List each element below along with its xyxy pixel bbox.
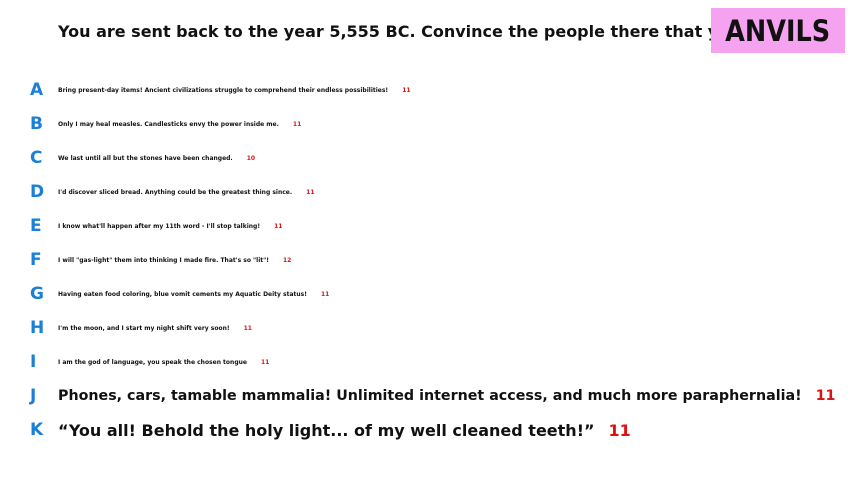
answer-text: I will "gas-light" them into thinking I … <box>58 256 269 264</box>
answer-score: 11 <box>306 188 315 196</box>
answer-score: 11 <box>815 388 836 404</box>
answer-row-a: A Bring present-day items! Ancient civili… <box>0 73 835 107</box>
answer-text: I'm the moon, and I start my night shift… <box>58 324 230 332</box>
answer-row-b: B Only I may heal measles. Candlesticks e… <box>0 107 835 141</box>
answer-row-c: C We last until all but the stones have b… <box>0 141 835 175</box>
answer-letter: J <box>30 386 37 406</box>
answer-score: 11 <box>608 420 631 440</box>
answer-score: 11 <box>274 222 283 230</box>
answer-text: Phones, cars, tamable mammalia! Unlimite… <box>58 388 802 404</box>
answer-row-i: I I am the god of language, you speak the… <box>0 345 835 379</box>
answer-row-k: K “You all! Behold the holy light... of m… <box>0 413 835 447</box>
brand-title: ANVILS <box>725 13 831 48</box>
answer-text: We last until all but the stones have be… <box>58 154 233 162</box>
answer-text: I am the god of language, you speak the … <box>58 358 247 366</box>
answer-row-e: E I know what'll happen after my 11th wor… <box>0 209 835 243</box>
answer-score: 11 <box>292 120 302 128</box>
answer-letter: H <box>30 318 45 338</box>
answer-text: Only I may heal measles. Candlesticks en… <box>58 120 279 128</box>
answer-score: 11 <box>260 358 270 366</box>
answer-score: 10 <box>246 154 256 162</box>
answer-letter: D <box>30 182 45 202</box>
answer-row-f: F I will "gas-light" them into thinking I… <box>0 243 835 277</box>
answer-score: 11 <box>402 86 411 94</box>
answer-score: 11 <box>320 290 330 298</box>
answer-letter: I <box>30 352 37 372</box>
answer-row-j: J Phones, cars, tamable mammalia! Unlimit… <box>0 379 835 413</box>
answer-text: I know what'll happen after my 11th word… <box>58 222 261 230</box>
answer-score: 11 <box>243 324 252 332</box>
answer-letter: G <box>30 284 44 304</box>
answer-text: I'd discover sliced bread. Anything coul… <box>58 188 293 196</box>
answer-text: Bring present-day items! Ancient civiliz… <box>58 86 389 94</box>
answer-row-d: D I'd discover sliced bread. Anything cou… <box>0 175 835 209</box>
answer-list: A Bring present-day items! Ancient civili… <box>0 73 835 447</box>
answer-letter: B <box>30 114 43 134</box>
answer-letter: A <box>30 80 44 100</box>
answer-score: 12 <box>283 256 292 264</box>
answer-letter: E <box>30 216 42 236</box>
answer-letter: F <box>30 250 42 270</box>
answer-row-g: G Having eaten food coloring, blue vomit … <box>0 277 835 311</box>
answer-text: Having eaten food coloring, blue vomit c… <box>58 290 307 298</box>
answer-row-h: H I'm the moon, and I start my night shif… <box>0 311 835 345</box>
answer-letter: C <box>30 148 43 168</box>
brand-badge: ANVILS <box>711 8 845 53</box>
answer-text: “You all! Behold the holy light... of my… <box>58 420 595 440</box>
answer-letter: K <box>30 420 44 440</box>
